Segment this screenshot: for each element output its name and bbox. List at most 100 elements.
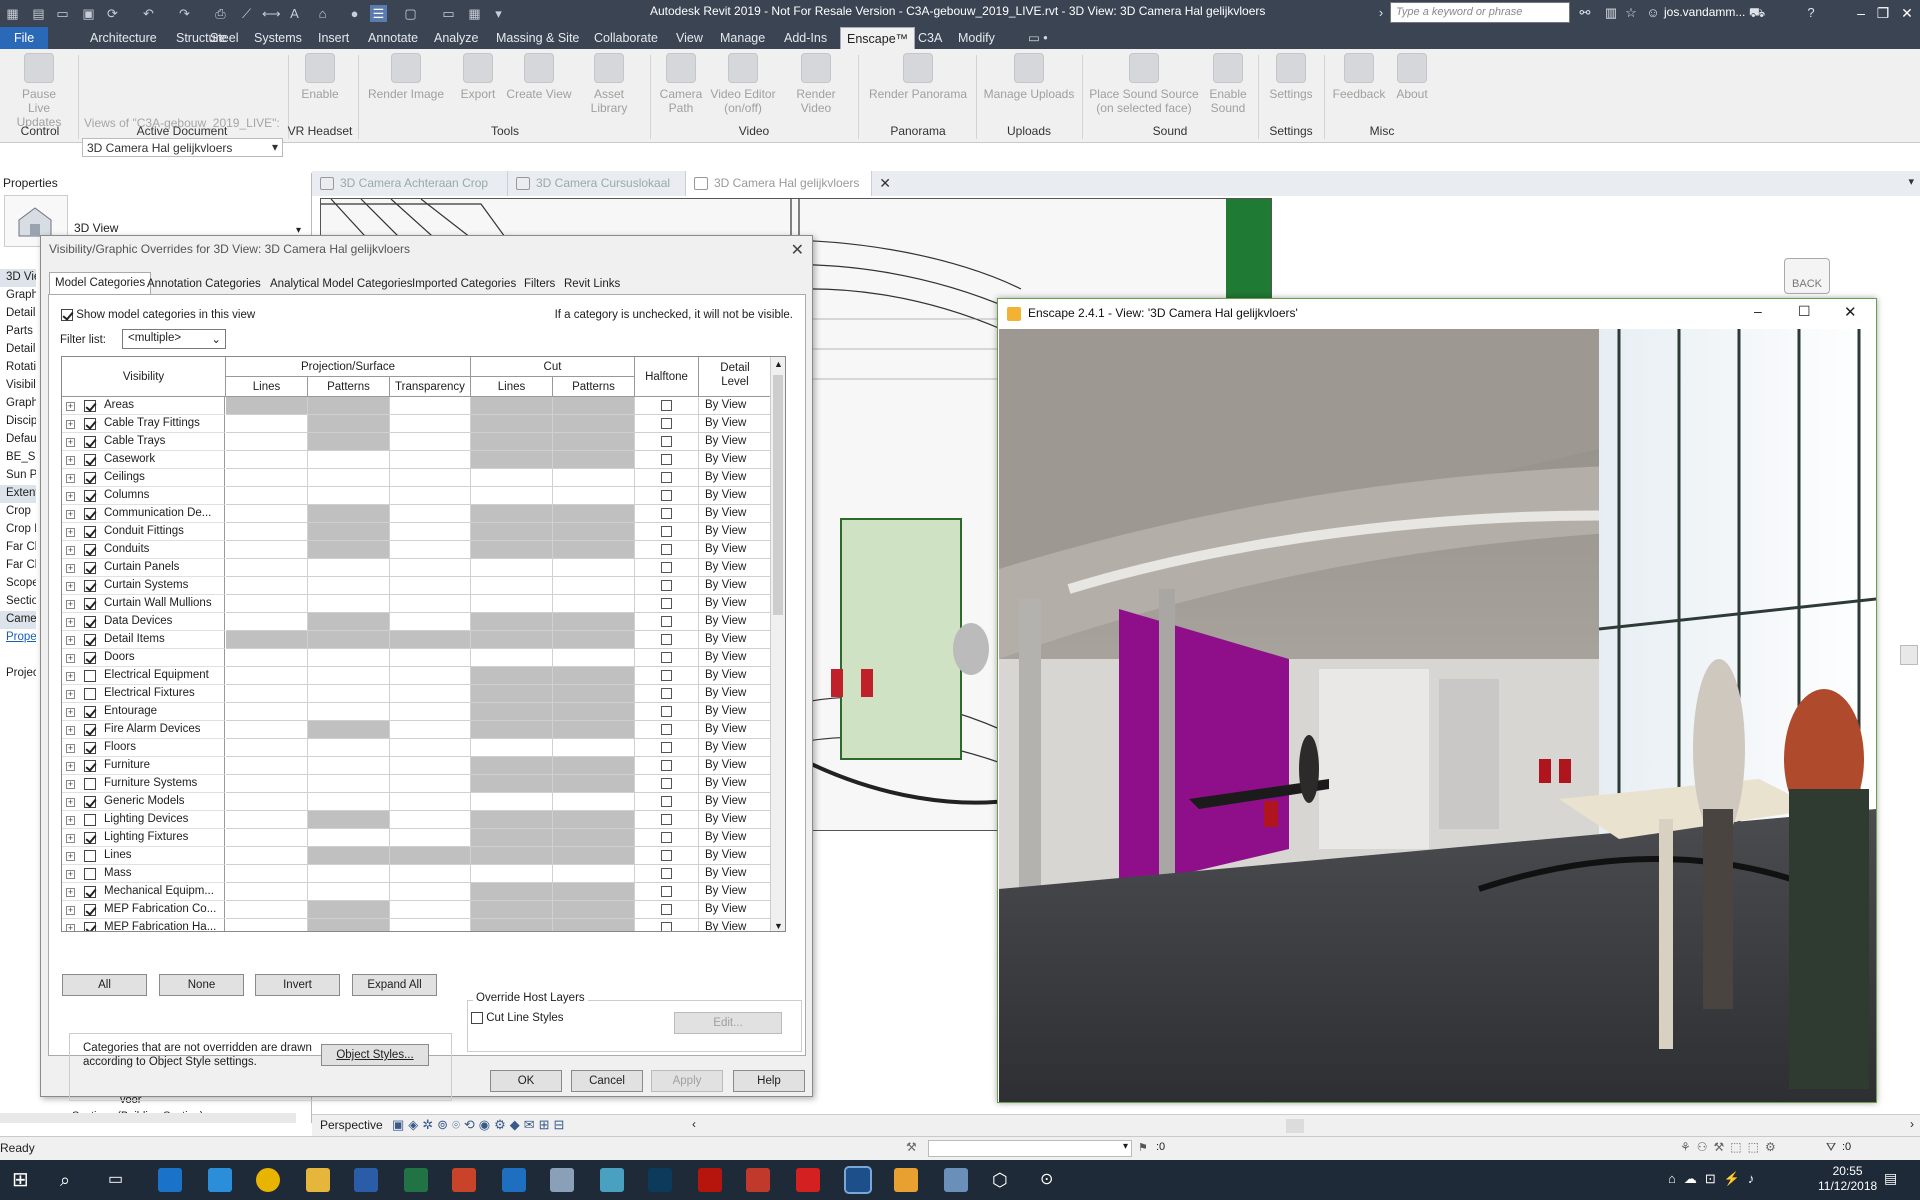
override-cell[interactable] bbox=[390, 919, 471, 931]
category-visibility-checkbox[interactable] bbox=[84, 634, 96, 646]
property-row[interactable]: Project bbox=[0, 665, 36, 683]
table-row[interactable]: + Generic Models By View bbox=[62, 793, 772, 811]
undo-icon[interactable]: ↶ bbox=[140, 5, 157, 22]
override-cell[interactable] bbox=[226, 847, 308, 865]
override-cell[interactable] bbox=[308, 433, 390, 451]
halftone-checkbox[interactable] bbox=[661, 562, 672, 573]
property-row[interactable]: Sectio bbox=[0, 593, 36, 611]
expand-icon[interactable]: + bbox=[66, 870, 75, 879]
detail-level-cell[interactable]: By View bbox=[699, 775, 772, 793]
expand-icon[interactable]: + bbox=[66, 492, 75, 501]
override-cell[interactable] bbox=[308, 793, 390, 811]
view-control-icons[interactable]: ▣◈✲⊚⌾⟲◉⚙◆✉⊞⊟ bbox=[392, 1117, 568, 1133]
detail-level-cell[interactable]: By View bbox=[699, 487, 772, 505]
text-icon[interactable]: A bbox=[286, 5, 303, 22]
object-styles-button[interactable]: Object Styles... bbox=[321, 1044, 429, 1066]
enscape-taskbar-icon[interactable] bbox=[894, 1168, 918, 1192]
property-row[interactable]: Far Cl bbox=[0, 539, 36, 557]
override-cell[interactable] bbox=[471, 541, 553, 559]
override-cell[interactable] bbox=[226, 667, 308, 685]
cut-line-styles[interactable]: Cut Line Styles bbox=[471, 1012, 564, 1024]
override-cell[interactable] bbox=[308, 847, 390, 865]
category-visibility-checkbox[interactable] bbox=[84, 472, 96, 484]
customize-qat-icon[interactable]: ▾ bbox=[490, 5, 507, 22]
close-icon[interactable]: ✕ bbox=[1844, 303, 1857, 321]
property-row[interactable]: Scope bbox=[0, 575, 36, 593]
halftone-checkbox[interactable] bbox=[661, 724, 672, 735]
property-row[interactable]: Rotati bbox=[0, 359, 36, 377]
scroll-left-icon[interactable]: ‹ bbox=[692, 1117, 696, 1131]
tab-architecture[interactable]: Architecture bbox=[84, 27, 163, 49]
override-cell[interactable] bbox=[390, 739, 471, 757]
override-cell[interactable] bbox=[308, 541, 390, 559]
override-cell[interactable] bbox=[471, 847, 553, 865]
halftone-checkbox[interactable] bbox=[661, 580, 672, 591]
category-visibility-checkbox[interactable] bbox=[84, 832, 96, 844]
back-button[interactable]: BACK bbox=[1784, 258, 1830, 294]
override-cell[interactable] bbox=[308, 595, 390, 613]
override-cell[interactable] bbox=[471, 865, 553, 883]
halftone-checkbox[interactable] bbox=[661, 850, 672, 861]
category-visibility-checkbox[interactable] bbox=[84, 760, 96, 772]
expand-icon[interactable]: + bbox=[66, 420, 75, 429]
override-cell[interactable] bbox=[308, 559, 390, 577]
tab-c3a[interactable]: C3A bbox=[912, 27, 948, 49]
expand-icon[interactable]: + bbox=[66, 528, 75, 537]
override-cell[interactable] bbox=[390, 613, 471, 631]
detail-level-cell[interactable]: By View bbox=[699, 469, 772, 487]
expand-icon[interactable]: + bbox=[66, 600, 75, 609]
category-visibility-checkbox[interactable] bbox=[84, 652, 96, 664]
override-cell[interactable] bbox=[226, 721, 308, 739]
user-name[interactable]: jos.vandamm... bbox=[1664, 5, 1745, 19]
photoshop-icon[interactable] bbox=[648, 1168, 672, 1192]
tile-icon[interactable]: ▦ bbox=[466, 5, 483, 22]
detail-level-cell[interactable]: By View bbox=[699, 739, 772, 757]
override-cell[interactable] bbox=[471, 811, 553, 829]
halftone-checkbox[interactable] bbox=[661, 814, 672, 825]
table-row[interactable]: + Conduits By View bbox=[62, 541, 772, 559]
override-cell[interactable] bbox=[471, 721, 553, 739]
app-icon[interactable] bbox=[944, 1168, 968, 1192]
table-row[interactable]: + Doors By View bbox=[62, 649, 772, 667]
override-cell[interactable] bbox=[226, 631, 308, 649]
acrobat-icon[interactable] bbox=[698, 1168, 722, 1192]
table-row[interactable]: + Furniture By View bbox=[62, 757, 772, 775]
property-row[interactable]: Crop bbox=[0, 503, 36, 521]
property-row[interactable]: Sun P bbox=[0, 467, 36, 485]
binoculars-icon[interactable]: ⚯ bbox=[1576, 4, 1594, 22]
category-visibility-checkbox[interactable] bbox=[84, 778, 96, 790]
override-cell[interactable] bbox=[553, 775, 635, 793]
table-row[interactable]: + Cable Tray Fittings By View bbox=[62, 415, 772, 433]
override-cell[interactable] bbox=[226, 829, 308, 847]
override-cell[interactable] bbox=[553, 829, 635, 847]
override-cell[interactable] bbox=[308, 649, 390, 667]
filter-icon[interactable]: ⛛ bbox=[1826, 1140, 1836, 1155]
expand-icon[interactable]: + bbox=[66, 474, 75, 483]
override-cell[interactable] bbox=[390, 793, 471, 811]
expand-icon[interactable]: + bbox=[66, 654, 75, 663]
override-cell[interactable] bbox=[390, 469, 471, 487]
settings-button[interactable]: Settings bbox=[1264, 53, 1318, 101]
override-cell[interactable] bbox=[390, 811, 471, 829]
edit-button[interactable]: Edit... bbox=[674, 1012, 782, 1034]
clock[interactable]: 20:55 11/12/2018 bbox=[1818, 1164, 1877, 1194]
override-cell[interactable] bbox=[471, 883, 553, 901]
override-cell[interactable] bbox=[553, 685, 635, 703]
halftone-checkbox[interactable] bbox=[661, 742, 672, 753]
tab-massing-site[interactable]: Massing & Site bbox=[490, 27, 585, 49]
explorer-icon[interactable] bbox=[306, 1168, 330, 1192]
close-icon[interactable]: ✕ bbox=[791, 240, 804, 260]
override-cell[interactable] bbox=[471, 487, 553, 505]
tab-analytical-model-categories[interactable]: Analytical Model Categories bbox=[265, 274, 418, 294]
expand-icon[interactable]: + bbox=[66, 906, 75, 915]
tab-3d-camera-hal[interactable]: 3D Camera Hal gelijkvloers ✕ bbox=[686, 171, 891, 196]
override-cell[interactable] bbox=[553, 577, 635, 595]
subscription-icon[interactable]: ▥ bbox=[1602, 4, 1620, 22]
override-cell[interactable] bbox=[471, 433, 553, 451]
app-icon[interactable] bbox=[550, 1168, 574, 1192]
override-cell[interactable] bbox=[553, 649, 635, 667]
contextual-dropdown-icon[interactable]: ▭ • bbox=[1022, 27, 1054, 49]
property-row[interactable]: Proper bbox=[0, 629, 36, 647]
expand-icon[interactable]: + bbox=[66, 726, 75, 735]
property-row[interactable]: 3D Vie bbox=[0, 269, 36, 287]
